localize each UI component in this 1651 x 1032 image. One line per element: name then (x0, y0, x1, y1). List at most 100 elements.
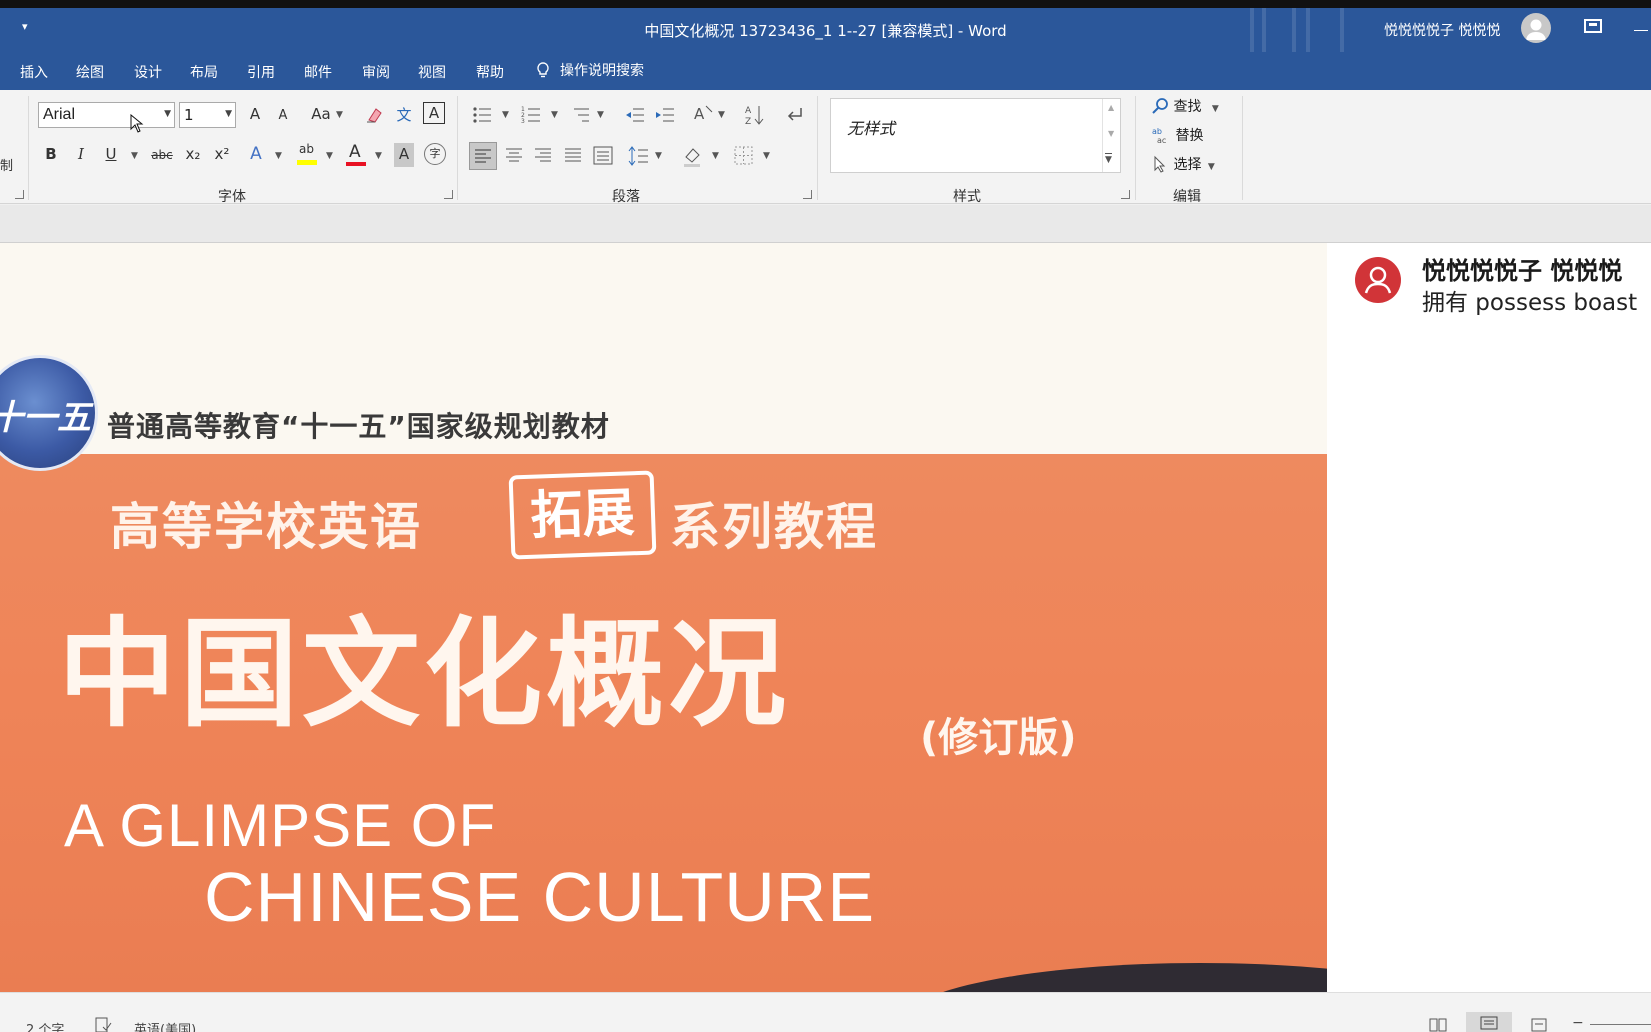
text-direction-icon[interactable]: A (692, 104, 714, 124)
chevron-down-icon: ▼ (336, 110, 343, 120)
justify-icon[interactable] (562, 145, 584, 167)
tab-draw[interactable]: 绘图 (76, 62, 104, 82)
comment-pane: 悦悦悦悦子 悦悦悦 拥有 possess boast (1327, 243, 1651, 992)
underline-button[interactable]: U (102, 143, 120, 167)
document-canvas[interactable]: 十一五 普通高等教育“十一五”国家级规划教材 高等学校英语 拓展 系列教程 中国… (0, 243, 1651, 992)
tell-me-label: 操作说明搜索 (560, 63, 644, 79)
language-indicator[interactable]: 英语(美国) (134, 1019, 196, 1032)
shrink-font-button[interactable]: A (273, 105, 293, 129)
font-color-bar (346, 162, 366, 166)
align-right-icon[interactable] (532, 145, 554, 167)
enclose-characters-button[interactable]: 字 (424, 143, 446, 165)
print-layout-button[interactable] (1466, 1012, 1512, 1032)
find-button[interactable]: 查找 ▼ (1151, 96, 1219, 118)
styles-gallery[interactable]: 无样式 ▲ ▼ ▼ (830, 98, 1121, 173)
highlight-color-button[interactable]: ab (296, 142, 320, 168)
ribbon-display-options-icon[interactable] (1584, 19, 1602, 33)
decrease-indent-icon[interactable] (625, 106, 645, 124)
align-center-icon[interactable] (503, 145, 525, 167)
character-shading-button[interactable]: A (394, 143, 414, 167)
cover-series-left: 高等学校英语 (110, 497, 422, 556)
comment-body[interactable]: 拥有 possess boast (1422, 283, 1637, 317)
chevron-down-icon: ▼ (1211, 104, 1219, 114)
tell-me-search[interactable]: 操作说明搜索 (536, 60, 644, 80)
svg-text:ac: ac (1157, 136, 1166, 144)
proofing-icon[interactable] (94, 1017, 112, 1032)
status-bar: 2 个字 英语(美国) − (0, 992, 1651, 1032)
phonetic-guide-button[interactable]: 文 (394, 104, 414, 128)
word-count[interactable]: 2 个字 (26, 1019, 64, 1032)
tab-references[interactable]: 引用 (247, 62, 275, 82)
print-layout-icon (1480, 1016, 1498, 1030)
grow-font-button[interactable]: A (245, 103, 265, 127)
align-left-button[interactable] (469, 142, 497, 170)
group-separator (457, 96, 458, 200)
tab-review[interactable]: 审阅 (362, 62, 390, 82)
font-name-value: Arial (43, 106, 76, 123)
multilevel-list-icon[interactable] (570, 106, 590, 124)
paragraph-launcher-icon[interactable] (803, 190, 812, 199)
tab-design[interactable]: 设计 (134, 62, 162, 82)
lightbulb-icon (537, 62, 549, 78)
font-size-combobox[interactable]: 1 ▼ (179, 102, 236, 128)
account-avatar-icon[interactable] (1521, 13, 1551, 43)
font-launcher-icon[interactable] (444, 190, 453, 199)
select-label: 选择 (1173, 157, 1202, 173)
shading-icon[interactable] (682, 145, 704, 167)
superscript-button[interactable]: x² (211, 143, 233, 167)
sort-icon[interactable]: AZ (745, 104, 765, 126)
account-user-name[interactable]: 悦悦悦悦子 悦悦悦 (1384, 20, 1500, 40)
chevron-down-icon: ▼ (655, 151, 662, 161)
bullets-icon[interactable] (472, 106, 492, 124)
clipboard-launcher-icon[interactable] (15, 190, 24, 199)
search-icon (1152, 98, 1168, 114)
select-button[interactable]: 选择 ▼ (1151, 154, 1215, 176)
chevron-down-icon: ▼ (551, 110, 558, 120)
distributed-icon[interactable] (592, 145, 614, 167)
change-case-button[interactable]: Aa (309, 103, 333, 127)
minimize-button[interactable] (1634, 30, 1648, 31)
text-effects-button[interactable]: A (247, 143, 265, 167)
italic-button[interactable]: I (72, 143, 90, 167)
styles-group-label: 样式 (953, 189, 981, 205)
style-no-style[interactable]: 无样式 (847, 115, 895, 139)
paragraph-group-label: 段落 (612, 189, 640, 205)
styles-gallery-scroll[interactable]: ▲ ▼ ▼ (1102, 99, 1120, 172)
numbering-icon[interactable]: 123 (521, 106, 541, 124)
chevron-down-icon[interactable]: ▼ (1108, 129, 1114, 138)
character-border-button[interactable]: A (423, 102, 445, 124)
styles-launcher-icon[interactable] (1121, 190, 1130, 199)
zoom-slider[interactable] (1590, 1024, 1651, 1025)
tab-mailings[interactable]: 邮件 (304, 62, 332, 82)
increase-indent-icon[interactable] (655, 106, 675, 124)
clear-formatting-icon[interactable] (365, 106, 383, 124)
borders-icon[interactable] (733, 145, 755, 167)
subscript-button[interactable]: x₂ (182, 143, 204, 167)
bold-button[interactable]: B (42, 143, 60, 167)
chevron-down-icon: ▼ (718, 110, 725, 120)
font-size-value: 1 (184, 106, 194, 124)
zoom-out-button[interactable]: − (1572, 1015, 1584, 1031)
show-hide-marks-icon[interactable] (785, 106, 805, 124)
tab-help[interactable]: 帮助 (476, 62, 504, 82)
web-layout-icon[interactable] (1530, 1017, 1550, 1032)
replace-button[interactable]: ab ac 替换 (1151, 125, 1203, 147)
format-painter-fragment[interactable]: 制 (0, 156, 13, 180)
tab-layout[interactable]: 布局 (190, 62, 218, 82)
cover-english-title-line2: CHINESE CULTURE (204, 858, 876, 936)
replace-label: 替换 (1175, 128, 1204, 144)
font-color-button[interactable]: A (345, 142, 369, 168)
chevron-down-icon: ▼ (502, 110, 509, 120)
editing-group-label: 编辑 (1173, 189, 1201, 205)
line-spacing-icon[interactable] (628, 145, 650, 167)
comment-author-avatar-icon (1355, 257, 1401, 303)
tab-insert[interactable]: 插入 (20, 62, 48, 82)
group-separator (1242, 96, 1243, 200)
font-name-combobox[interactable]: Arial ▼ (38, 102, 175, 128)
book-cover-image: 十一五 普通高等教育“十一五”国家级规划教材 高等学校英语 拓展 系列教程 中国… (0, 243, 1327, 992)
chevron-up-icon[interactable]: ▲ (1108, 103, 1114, 112)
tab-view[interactable]: 视图 (418, 62, 446, 82)
read-mode-icon[interactable] (1428, 1017, 1448, 1032)
more-styles-icon[interactable]: ▼ (1105, 153, 1112, 165)
strikethrough-button[interactable]: abc (148, 144, 176, 168)
